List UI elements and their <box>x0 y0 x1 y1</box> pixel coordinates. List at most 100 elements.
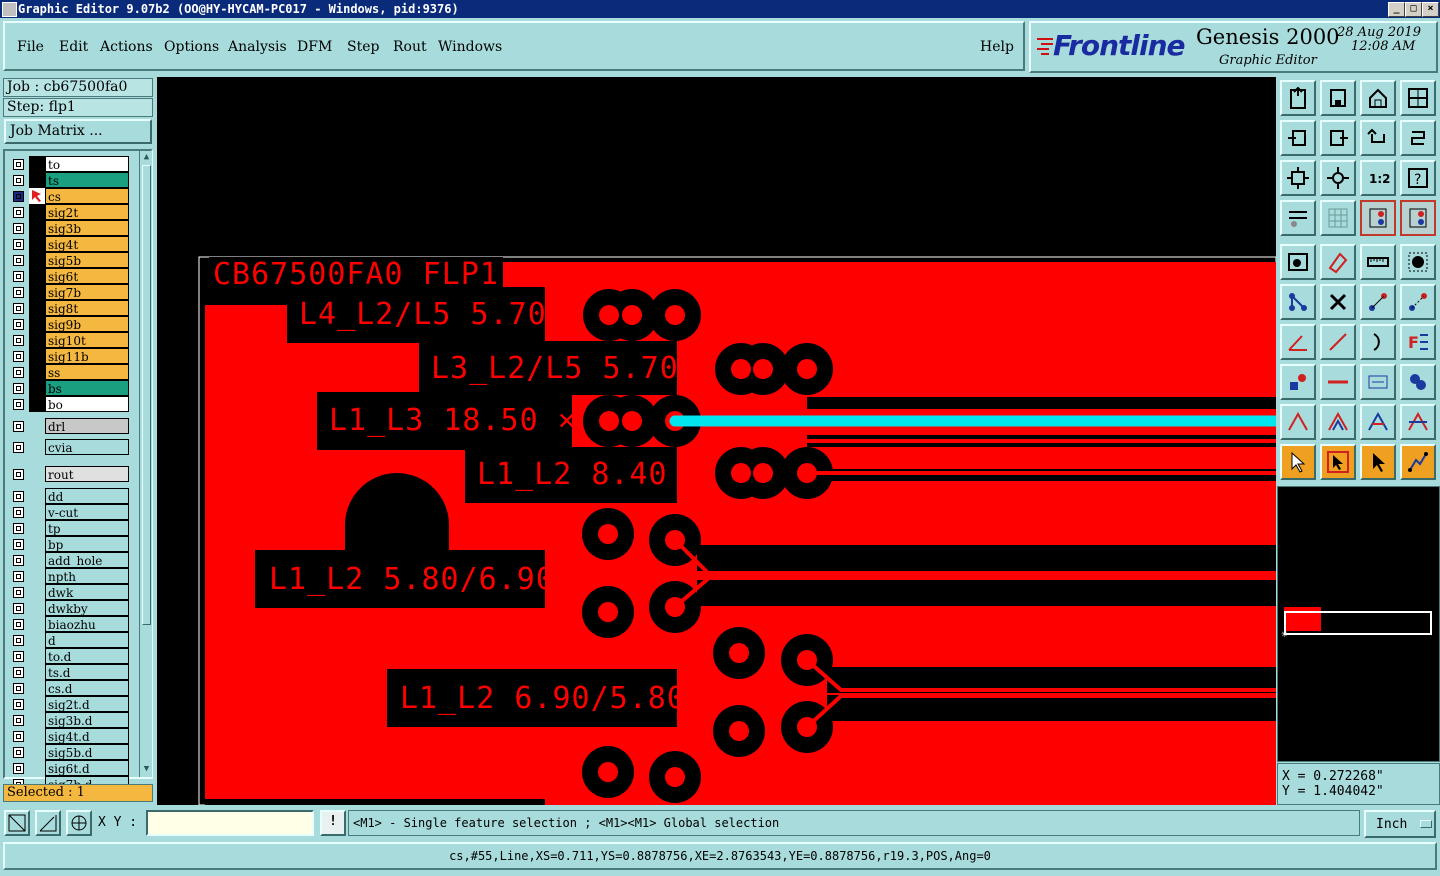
menu-options[interactable]: Options <box>164 39 219 55</box>
layer-row[interactable]: sig2t <box>11 204 129 220</box>
layer-name[interactable]: sig10t <box>45 332 129 348</box>
layer-name[interactable]: ts <box>45 172 129 188</box>
minimize-button[interactable]: _ <box>1388 2 1405 17</box>
layer-row[interactable]: ts.d <box>11 664 129 680</box>
triangle-d-icon[interactable] <box>1400 404 1436 440</box>
layer-name[interactable]: sig5b <box>45 252 129 268</box>
layer-checkbox[interactable] <box>13 763 24 774</box>
layer-row[interactable]: dwkby <box>11 600 129 616</box>
layer-checkbox[interactable] <box>13 651 24 662</box>
layer-display-slot[interactable] <box>29 204 45 220</box>
layer-name[interactable]: sig4t <box>45 236 129 252</box>
layer-checkbox[interactable] <box>13 421 24 432</box>
layer-checkbox[interactable] <box>13 239 24 250</box>
ruler-icon[interactable] <box>1360 244 1396 280</box>
select-arrow-icon[interactable] <box>1280 444 1316 480</box>
layer-checkbox[interactable] <box>13 442 24 453</box>
connect-icon[interactable] <box>1400 284 1436 320</box>
layer-row[interactable]: sig4t.d <box>11 728 129 744</box>
layer-name[interactable]: to <box>45 156 129 172</box>
redo-icon[interactable] <box>1400 120 1436 156</box>
node-connect-icon[interactable] <box>1280 284 1316 320</box>
layer-row[interactable]: sig11b <box>11 348 129 364</box>
layer-checkbox[interactable] <box>13 731 24 742</box>
close-button[interactable]: × <box>1422 2 1439 17</box>
layer-checkbox[interactable] <box>13 619 24 630</box>
layer-attr-icon[interactable] <box>1360 200 1396 236</box>
layer-display-slot[interactable] <box>29 300 45 316</box>
step-out-icon[interactable] <box>1320 120 1356 156</box>
layer-checkbox[interactable] <box>13 747 24 758</box>
layer-row[interactable]: sig8t <box>11 300 129 316</box>
layer-name[interactable]: sig5b.d <box>45 744 129 760</box>
save-icon[interactable] <box>1320 80 1356 116</box>
layer-name[interactable]: npth <box>45 568 129 584</box>
maximize-button[interactable]: □ <box>1405 2 1422 17</box>
layer-row[interactable]: bo <box>11 396 129 412</box>
select-box-icon[interactable] <box>1320 444 1356 480</box>
help-icon[interactable]: ? <box>1400 160 1436 196</box>
layer-name[interactable]: ss <box>45 364 129 380</box>
layer-name[interactable]: dd <box>45 488 129 504</box>
overview-panel[interactable]: ✳ <box>1277 486 1440 762</box>
layer-row[interactable]: sig6t.d <box>11 760 129 776</box>
arc-icon[interactable] <box>1360 324 1396 360</box>
pad-icon[interactable] <box>1400 244 1436 280</box>
layer-checkbox[interactable] <box>13 699 24 710</box>
layer-row[interactable]: ts <box>11 172 129 188</box>
zoom-fit-icon[interactable] <box>1280 160 1316 196</box>
menu-help[interactable]: Help <box>980 39 1014 55</box>
layer-row[interactable]: d <box>11 632 129 648</box>
layer-display-slot[interactable] <box>29 172 45 188</box>
layer-row[interactable]: sig5b <box>11 252 129 268</box>
work-layer-arrow-icon[interactable] <box>29 188 45 204</box>
layer-checkbox[interactable] <box>13 383 24 394</box>
menu-file[interactable]: File <box>17 39 44 55</box>
layer-name[interactable]: cs.d <box>45 680 129 696</box>
select-feature-icon[interactable] <box>1280 244 1316 280</box>
measure-mode-icon[interactable] <box>35 810 61 836</box>
layer-row[interactable]: sig10t <box>11 332 129 348</box>
layer-checkbox[interactable] <box>13 207 24 218</box>
layer-attr2-icon[interactable] <box>1400 200 1436 236</box>
text-fill-icon[interactable]: F <box>1400 324 1436 360</box>
layer-display-slot[interactable] <box>29 364 45 380</box>
grid-icon[interactable] <box>1320 200 1356 236</box>
layer-name[interactable]: cs <box>45 188 129 204</box>
layer-row[interactable]: rout <box>11 466 129 482</box>
menu-dfm[interactable]: DFM <box>297 39 332 55</box>
layer-row[interactable]: sig2t.d <box>11 696 129 712</box>
layer-row[interactable]: npth <box>11 568 129 584</box>
layer-row[interactable]: bp <box>11 536 129 552</box>
layer-name[interactable]: sig6t.d <box>45 760 129 776</box>
layer-row[interactable]: biaozhu <box>11 616 129 632</box>
menu-actions[interactable]: Actions <box>100 39 153 55</box>
layer-name[interactable]: d <box>45 632 129 648</box>
layer-row[interactable]: sig5b.d <box>11 744 129 760</box>
scroll-thumb[interactable] <box>142 165 151 625</box>
overview-view-frame[interactable] <box>1284 611 1432 635</box>
layer-name[interactable]: rout <box>45 466 129 482</box>
layer-name[interactable]: drl <box>45 418 129 434</box>
pan-icon[interactable] <box>1320 160 1356 196</box>
grid-snap-icon[interactable] <box>66 810 92 836</box>
layer-checkbox[interactable] <box>13 223 24 234</box>
layer-row[interactable]: add_hole <box>11 552 129 568</box>
layer-checkbox[interactable] <box>13 287 24 298</box>
layer-row[interactable]: dd <box>11 488 129 504</box>
home-icon[interactable] <box>1360 80 1396 116</box>
layer-name[interactable]: sig4t.d <box>45 728 129 744</box>
layer-checkbox[interactable] <box>13 539 24 550</box>
layer-checkbox[interactable] <box>13 159 24 170</box>
snap-mode-icon[interactable] <box>4 810 30 836</box>
layer-checkbox[interactable] <box>13 715 24 726</box>
layer-checkbox[interactable] <box>13 191 24 202</box>
menu-windows[interactable]: Windows <box>438 39 502 55</box>
add-pad-icon[interactable] <box>1280 364 1316 400</box>
layer-name[interactable]: dwk <box>45 584 129 600</box>
measure-icon[interactable] <box>1360 364 1396 400</box>
layer-name[interactable]: sig9b <box>45 316 129 332</box>
layer-row[interactable]: v-cut <box>11 504 129 520</box>
layer-row[interactable]: cvia <box>11 439 129 455</box>
triangle-a-icon[interactable] <box>1280 404 1316 440</box>
